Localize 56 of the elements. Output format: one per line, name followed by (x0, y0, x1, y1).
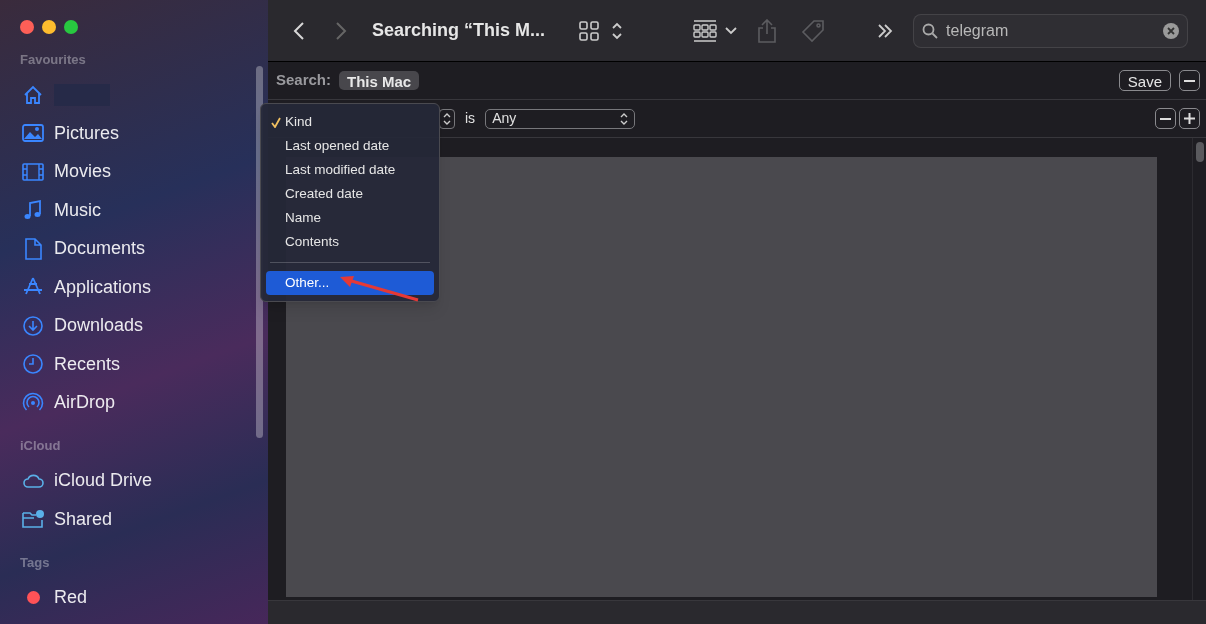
search-label: Search: (276, 70, 332, 91)
group-view-icon[interactable] (693, 19, 718, 42)
search-field[interactable]: telegram (913, 13, 1188, 48)
sidebar-item[interactable]: Recents (54, 350, 121, 378)
menu-item[interactable]: Kind (266, 110, 434, 134)
sidebar-section-title: Favourites (19, 51, 87, 69)
operator-label: is (465, 109, 476, 128)
minus-icon (1160, 117, 1171, 120)
sidebar-section-title: Tags (19, 553, 51, 572)
stepper-icon (443, 112, 451, 125)
menu-item[interactable]: Name (266, 206, 434, 230)
shared-folder-icon (22, 508, 44, 531)
sidebar-item[interactable]: Music (54, 196, 101, 224)
clear-icon[interactable] (1163, 22, 1179, 39)
stepper-icon (620, 112, 629, 125)
download-icon (22, 314, 44, 337)
sidebar-item[interactable]: Movies (54, 158, 111, 186)
music-note-icon (22, 199, 44, 222)
save-button[interactable]: Save (1118, 70, 1171, 91)
sidebar-item[interactable]: Downloads (54, 312, 144, 340)
menu-item[interactable]: Last opened date (266, 134, 434, 158)
clock-icon (22, 353, 44, 376)
minus-icon (1184, 79, 1195, 82)
document-icon (22, 237, 44, 260)
picture-icon (22, 122, 44, 145)
remove-button[interactable] (1179, 70, 1200, 91)
menu-item[interactable]: Other... (266, 271, 434, 295)
close-window-button[interactable] (20, 20, 34, 34)
search-text-input[interactable]: telegram (946, 18, 1155, 43)
search-icon (922, 22, 939, 39)
add-criterion-button[interactable] (1179, 108, 1200, 129)
plus-icon (1184, 113, 1195, 124)
grid-view-icon[interactable] (579, 20, 600, 41)
zoom-window-button[interactable] (64, 20, 78, 34)
window-title: Searching “This M... (372, 19, 546, 42)
sidebar-item[interactable]: iCloud Drive (54, 467, 153, 495)
sidebar-item[interactable]: Applications (54, 273, 152, 301)
menu-item[interactable]: Created date (266, 182, 434, 206)
value-popup[interactable]: Any (485, 108, 636, 129)
sidebar-item[interactable]: Pictures (54, 119, 120, 147)
sidebar-item[interactable]: Documents (54, 235, 146, 263)
film-icon (22, 160, 44, 183)
sidebar-item[interactable]: Red (54, 583, 88, 611)
minimize-window-button[interactable] (42, 20, 56, 34)
sidebar-item[interactable]: Shared (54, 505, 113, 533)
sidebar-section-title: iCloud (19, 437, 62, 455)
menu-item[interactable]: Last modified date (266, 158, 434, 182)
sidebar-item[interactable]: AirDrop (54, 389, 115, 417)
stepper-icon[interactable] (611, 20, 624, 41)
home-icon (22, 83, 44, 106)
more-icon[interactable] (877, 23, 894, 38)
chevron-down-icon[interactable] (725, 26, 738, 35)
remove-criterion-button[interactable] (1155, 108, 1176, 129)
scrollbar-thumb[interactable] (1195, 142, 1204, 162)
scope-button[interactable]: This Mac (339, 71, 420, 90)
menu-item[interactable]: Contents (266, 230, 434, 254)
